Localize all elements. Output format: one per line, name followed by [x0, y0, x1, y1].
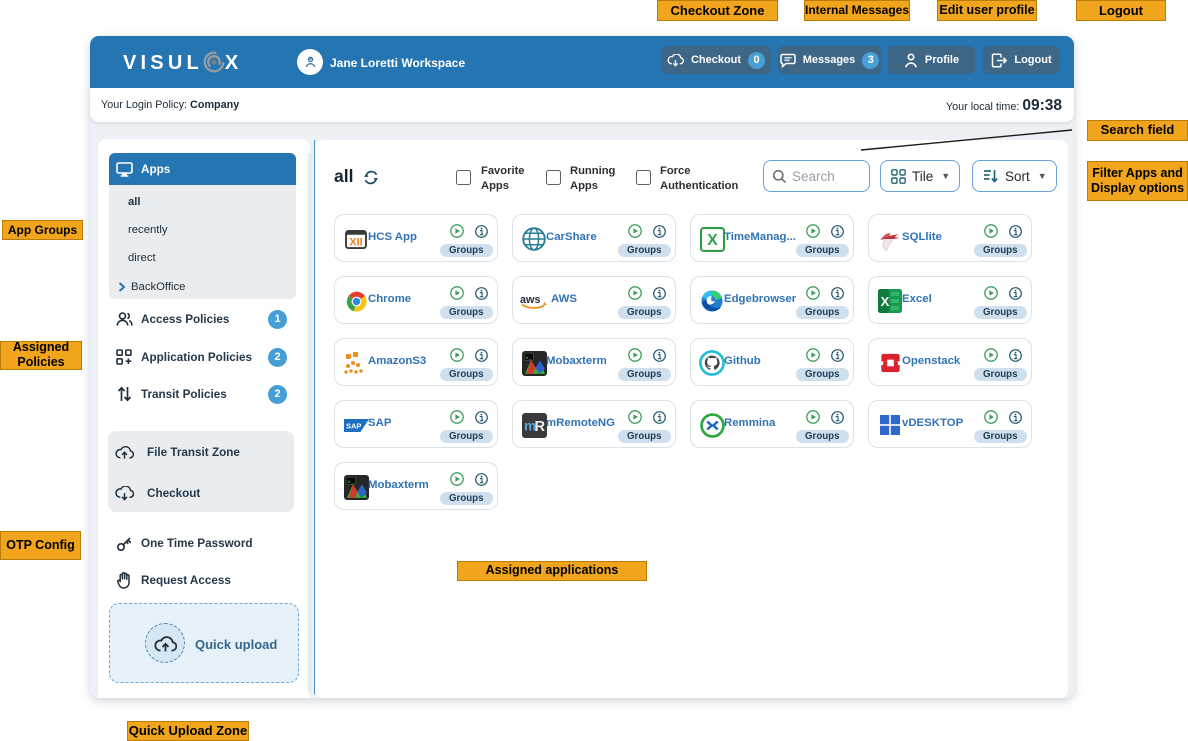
svg-text:X: X [707, 232, 718, 249]
svg-text:aws: aws [520, 294, 540, 306]
svg-text:X: X [881, 294, 890, 309]
svg-text:SAP: SAP [346, 421, 361, 430]
svg-text:XII: XII [349, 236, 362, 248]
svg-text:R: R [534, 419, 545, 435]
svg-text:>_: >_ [525, 354, 532, 361]
svg-text:>_: >_ [347, 478, 354, 485]
